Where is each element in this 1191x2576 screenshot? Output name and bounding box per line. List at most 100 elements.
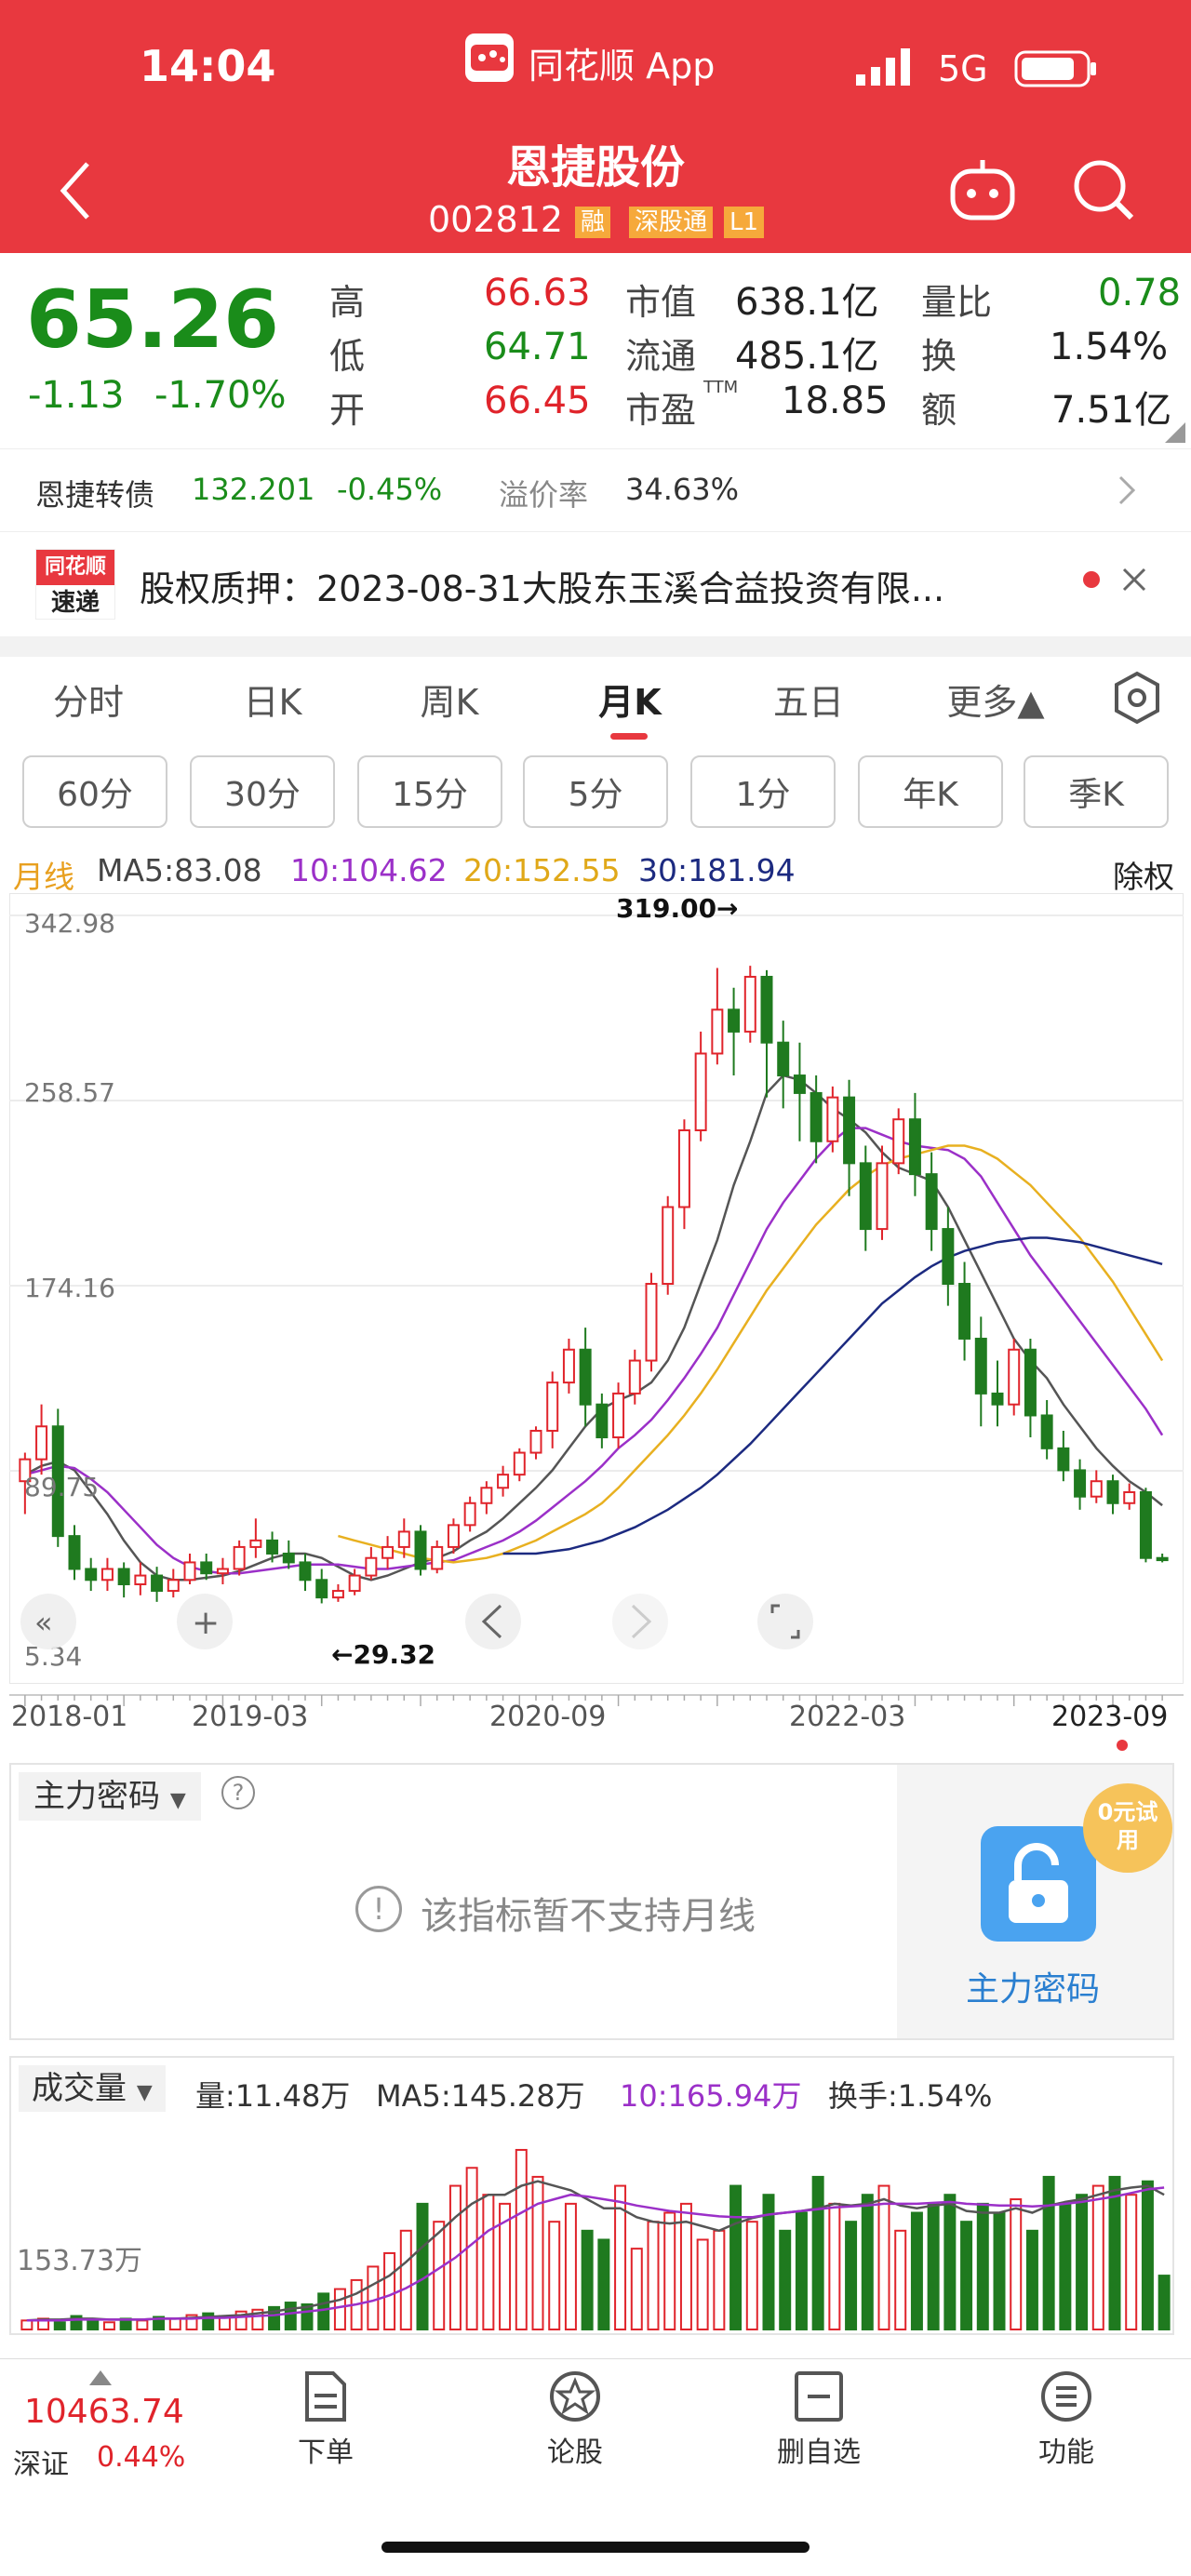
volume-bar (729, 2184, 743, 2330)
volume-bar (1108, 2175, 1121, 2330)
scroll-right-button[interactable] (612, 1594, 668, 1649)
pe-value: 18.85 (782, 380, 889, 422)
candle (662, 1195, 675, 1295)
zoom-in-button[interactable]: + (177, 1594, 233, 1649)
volume-bar (548, 2221, 561, 2330)
quote-panel: 65.26 -1.13 -1.70% 高 66.63 低 64.71 开 66.… (0, 253, 1191, 448)
volume-bar (877, 2184, 890, 2330)
badge-margin: 融 (575, 207, 611, 238)
volume-bar (976, 2202, 989, 2330)
interval-yearly[interactable]: 年K (858, 755, 1003, 828)
nav-functions-label: 功能 (1038, 2436, 1094, 2469)
x-axis: 2018-01 2019-03 2020-09 2022-03 2023-09 (9, 1693, 1184, 1751)
status-time: 14:04 (140, 41, 276, 91)
index-pct: 0.44% (97, 2441, 186, 2474)
close-icon[interactable] (1120, 566, 1148, 597)
volume-bar (663, 2211, 676, 2330)
volume-bar (87, 2319, 100, 2330)
ma10-legend: 10:104.62 (290, 852, 448, 888)
kline-chart[interactable]: 342.98 258.57 174.16 89.75 5.34 319.00→ … (9, 893, 1184, 1684)
interval-15m[interactable]: 15分 (357, 755, 502, 828)
volume-turnover: 换手:1.54% (828, 2078, 993, 2114)
volume-bar (943, 2194, 957, 2330)
section-divider (0, 636, 1191, 657)
x-label-5: 2023-09 (1051, 1701, 1169, 1733)
promo-title: 主力密码 (966, 1970, 1101, 2009)
indicator1-name: 主力密码 (33, 1778, 160, 1815)
tab-intraday[interactable]: 分时 (28, 674, 149, 725)
high-label: 高 (329, 282, 366, 323)
interval-5m[interactable]: 5分 (523, 755, 668, 828)
volume-y-label: 153.73万 (17, 2245, 142, 2277)
volume-bar (1141, 2180, 1154, 2330)
promo-card[interactable]: 主力密码 0元试用 (897, 1765, 1172, 2038)
volume-bar (317, 2292, 330, 2331)
volume-bar (1125, 2194, 1138, 2330)
search-icon[interactable] (1070, 156, 1137, 227)
volume-bar (333, 2288, 346, 2330)
tab-monthly[interactable]: 月K (569, 674, 690, 725)
period-tabs: 分时 日K 周K 月K 五日 更多▲ (0, 657, 1191, 748)
lock-icon (981, 1826, 1096, 1942)
menu-icon (1041, 2371, 1091, 2422)
ex-rights-toggle[interactable]: 除权 (1113, 852, 1174, 897)
volume-bar (1091, 2184, 1104, 2330)
price-change: -1.13 (28, 374, 125, 417)
settings-icon[interactable] (1111, 670, 1163, 729)
top-bar: 14:04 同花顺 App 5G 恩捷股份 002812 融 深股通 L1 (0, 0, 1191, 253)
y-label-4: 89.75 (24, 1472, 99, 1502)
svg-text:«: « (34, 1605, 53, 1640)
expand-corner-icon[interactable] (1165, 422, 1185, 447)
nav-discuss[interactable]: 论股 (510, 2369, 640, 2470)
index-value[interactable]: 10463.74 (24, 2393, 184, 2431)
y-label-top: 342.98 (24, 908, 115, 939)
indicator1-selector[interactable]: 主力密码 ▼ (19, 1772, 201, 1821)
cb-change: -0.45% (337, 472, 443, 507)
news-ticker[interactable]: 同花顺 速递 股权质押：2023-08-31大股东玉溪合益投资有限... (0, 532, 1191, 1120)
turnover-label: 换 (921, 336, 957, 377)
help-icon[interactable]: ? (221, 1776, 255, 1809)
volume-bar (1042, 2175, 1055, 2330)
tab-weekly[interactable]: 周K (389, 674, 510, 725)
indicator-panel-volume: 成交量 ▼ 量:11.48万 MA5:145.28万 10:165.94万 换手… (9, 2056, 1174, 2335)
volume-bar (367, 2265, 380, 2330)
convertible-bond-row[interactable]: 恩捷转债 132.201 -0.45% 溢价率 34.63% (0, 448, 1191, 532)
fullscreen-button[interactable] (757, 1594, 813, 1649)
volume-bar (564, 2202, 577, 2330)
scroll-left-button[interactable] (465, 1594, 521, 1649)
volume-bar (136, 2319, 149, 2330)
badge-connect: 深股通 (629, 207, 714, 238)
volume-bar (1059, 2202, 1072, 2330)
unsupported-notice: 该指标暂不支持月线 (421, 1895, 756, 1938)
news-logo-top: 同花顺 (36, 550, 114, 585)
nav-remove-watchlist[interactable]: 删自选 (754, 2369, 884, 2470)
tab-more[interactable]: 更多▲ (930, 674, 1061, 725)
vol-ratio-label: 量比 (921, 282, 993, 323)
interval-1m[interactable]: 1分 (690, 755, 836, 828)
discuss-icon (550, 2371, 600, 2422)
indicator2-selector[interactable]: 成交量 ▼ (19, 2065, 166, 2112)
volume-bar (1076, 2194, 1089, 2330)
tab-active-indicator (610, 733, 648, 740)
interval-quarterly[interactable]: 季K (1024, 755, 1169, 828)
nav-functions[interactable]: 功能 (1001, 2369, 1131, 2470)
volume-bar (515, 2148, 528, 2330)
badge-level: L1 (724, 207, 765, 238)
tab-daily[interactable]: 日K (212, 674, 333, 725)
index-name: 深证 (13, 2449, 69, 2481)
nav-order-label: 下单 (298, 2436, 354, 2469)
max-annotation: 319.00→ (616, 893, 739, 924)
zoom-out-button[interactable]: « (20, 1594, 76, 1649)
volume-ma10: 10:165.94万 (620, 2078, 802, 2114)
interval-30m[interactable]: 30分 (190, 755, 335, 828)
open-label: 开 (329, 390, 366, 431)
volume-bar (713, 2229, 726, 2330)
network-label: 5G (938, 48, 988, 89)
dropdown-icon: ▼ (169, 1789, 186, 1812)
nav-order[interactable]: 下单 (261, 2369, 391, 2470)
y-label-2: 258.57 (24, 1077, 115, 1108)
tab-five-day[interactable]: 五日 (748, 674, 869, 725)
volume-bar (1025, 2229, 1038, 2330)
robot-icon[interactable] (947, 156, 1018, 227)
interval-60m[interactable]: 60分 (22, 755, 167, 828)
